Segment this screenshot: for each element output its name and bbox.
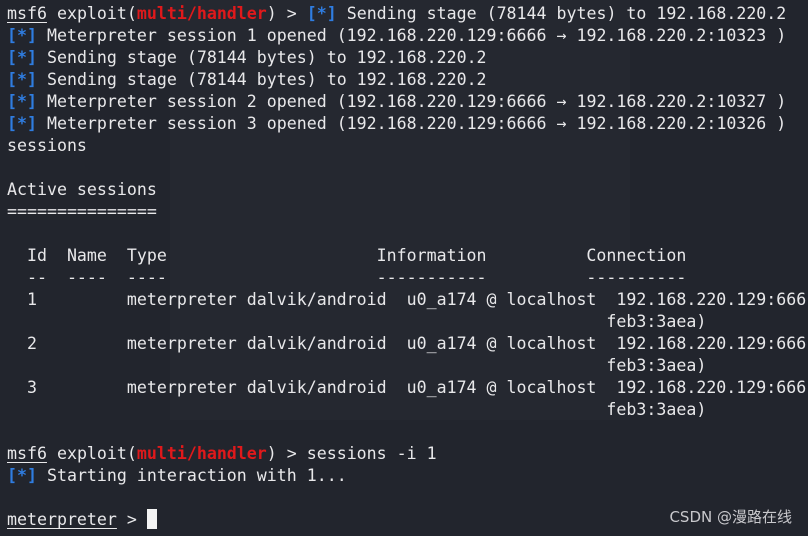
status-marker: [*]: [7, 466, 37, 485]
terminal-text: feb3:3aea): [7, 312, 707, 331]
terminal-text: 1 meterpreter dalvik/android u0_a174 @ l…: [7, 290, 807, 309]
terminal-text: feb3:3aea): [7, 400, 707, 419]
terminal-line: [*] Meterpreter session 1 opened (192.16…: [7, 25, 806, 47]
terminal-text: -- ---- ---- ----------- ----------: [7, 268, 687, 287]
terminal-text: ) >: [266, 4, 307, 23]
terminal-text: ) > sessions -i 1: [266, 444, 437, 463]
terminal-line: ===============: [7, 201, 806, 223]
terminal-line: feb3:3aea): [7, 355, 806, 377]
terminal-line: feb3:3aea): [7, 311, 806, 333]
module-name: multi/handler: [136, 444, 267, 463]
terminal-text: ===============: [7, 202, 157, 221]
terminal-line: -- ---- ---- ----------- ----------: [7, 267, 806, 289]
module-name: multi/handler: [136, 4, 267, 23]
terminal-line: 1 meterpreter dalvik/android u0_a174 @ l…: [7, 289, 806, 311]
prompt-name: msf6: [7, 4, 47, 23]
terminal-line: [*] Sending stage (78144 bytes) to 192.1…: [7, 69, 806, 91]
status-marker: [*]: [7, 48, 37, 67]
terminal-text: Sending stage (78144 bytes) to 192.168.2…: [36, 70, 487, 89]
terminal-line: msf6 exploit(multi/handler) > [*] Sendin…: [7, 3, 806, 25]
terminal-text: Meterpreter session 3 opened (192.168.22…: [36, 114, 787, 133]
terminal-line: [*] Meterpreter session 2 opened (192.16…: [7, 91, 806, 113]
terminal-text: exploit(: [46, 4, 137, 23]
terminal-text: Sending stage (78144 bytes) to 192.168.2…: [336, 4, 787, 23]
terminal-text: sessions: [7, 136, 87, 155]
status-marker: [*]: [7, 114, 37, 133]
terminal-line: Active sessions: [7, 179, 806, 201]
terminal-text: >: [116, 510, 147, 529]
terminal-text: Sending stage (78144 bytes) to 192.168.2…: [36, 48, 487, 67]
terminal-line: feb3:3aea): [7, 399, 806, 421]
terminal-output[interactable]: msf6 exploit(multi/handler) > [*] Sendin…: [7, 3, 806, 531]
terminal-text: Active sessions: [7, 180, 157, 199]
terminal-text: 2 meterpreter dalvik/android u0_a174 @ l…: [7, 334, 807, 353]
terminal-line: 3 meterpreter dalvik/android u0_a174 @ l…: [7, 377, 806, 399]
status-marker: [*]: [7, 70, 37, 89]
terminal-text: feb3:3aea): [7, 356, 707, 375]
status-marker: [*]: [7, 92, 37, 111]
terminal-text: Id Name Type Information Connection: [7, 246, 687, 265]
terminal-text: Starting interaction with 1...: [36, 466, 347, 485]
terminal-line: [*] Meterpreter session 3 opened (192.16…: [7, 113, 806, 135]
prompt-name: meterpreter: [7, 510, 117, 529]
terminal-line: 2 meterpreter dalvik/android u0_a174 @ l…: [7, 333, 806, 355]
terminal-text: Meterpreter session 1 opened (192.168.22…: [36, 26, 787, 45]
status-marker: [*]: [306, 4, 337, 23]
terminal-text: exploit(: [46, 444, 137, 463]
terminal-text: Meterpreter session 2 opened (192.168.22…: [36, 92, 787, 111]
terminal-line: sessions: [7, 135, 806, 157]
cursor: [146, 509, 157, 529]
prompt-name: msf6: [7, 444, 47, 463]
watermark: CSDN @漫路在线: [669, 508, 792, 526]
status-marker: [*]: [7, 26, 37, 45]
terminal-line: [*] Starting interaction with 1...: [7, 465, 806, 487]
terminal-line: [*] Sending stage (78144 bytes) to 192.1…: [7, 47, 806, 69]
terminal-text: 3 meterpreter dalvik/android u0_a174 @ l…: [7, 378, 807, 397]
terminal-line: Id Name Type Information Connection: [7, 245, 806, 267]
terminal-line: msf6 exploit(multi/handler) > sessions -…: [7, 443, 806, 465]
